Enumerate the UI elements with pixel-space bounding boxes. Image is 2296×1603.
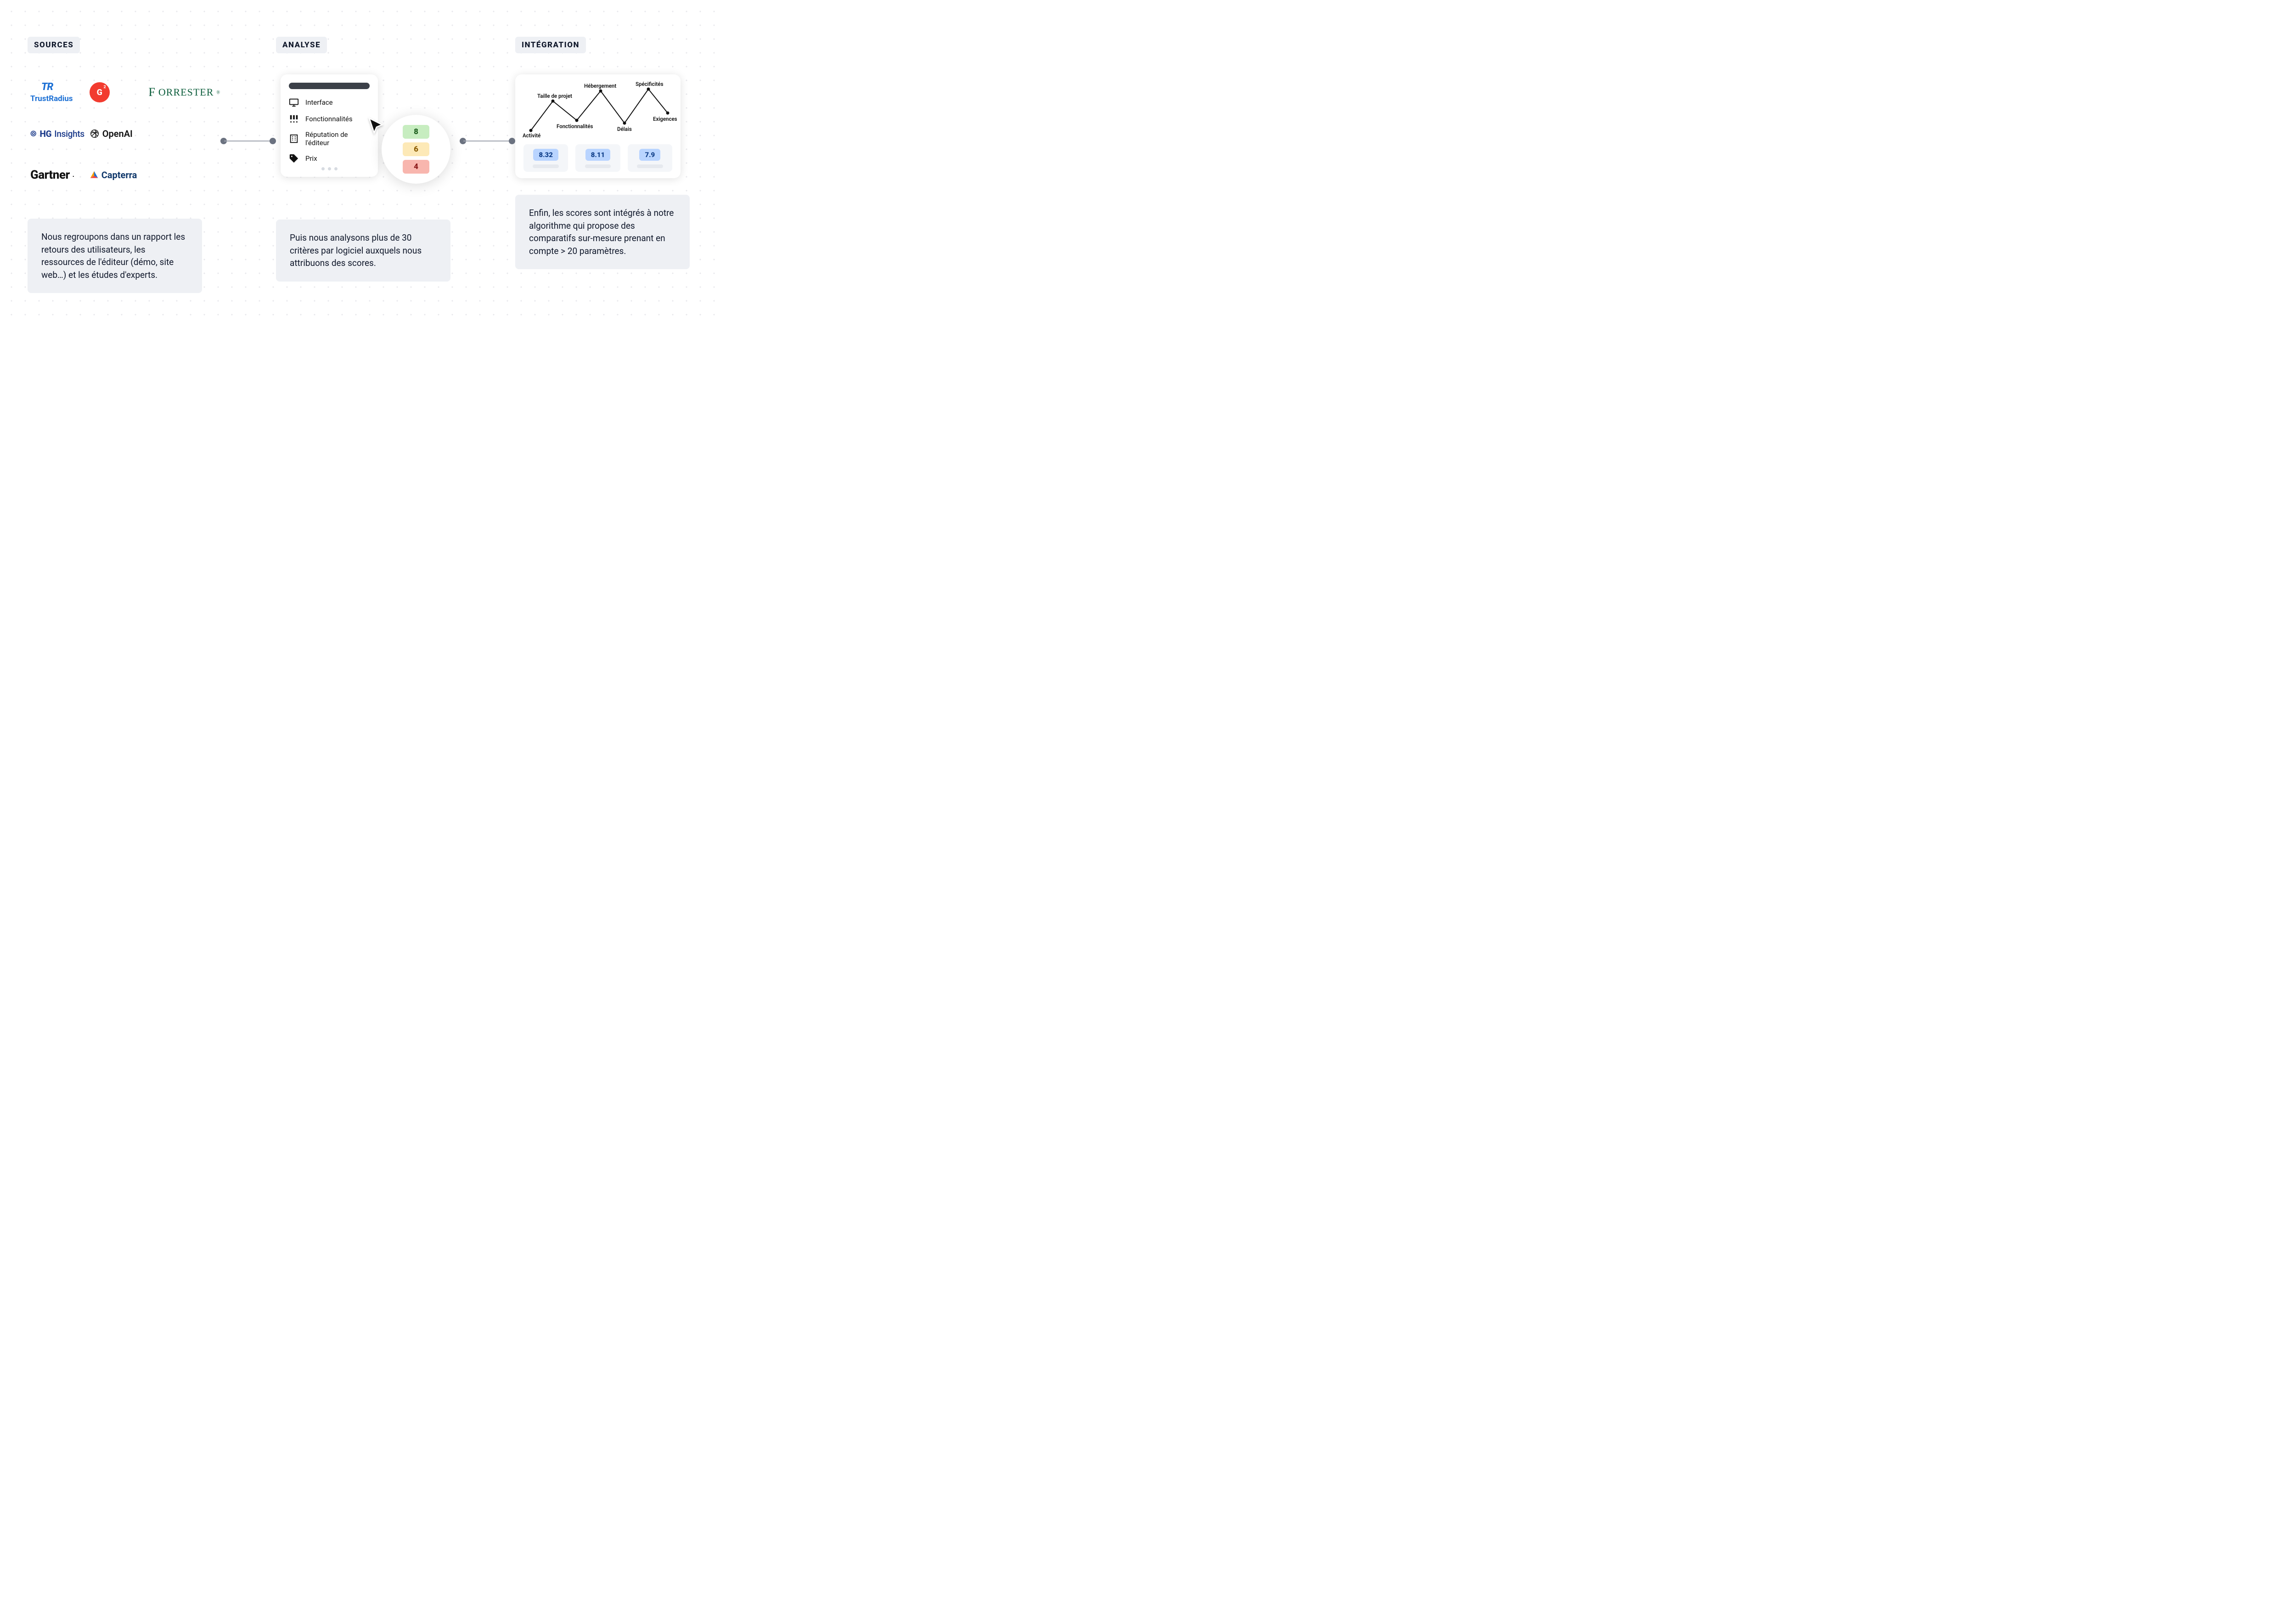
- criterion-features: Fonctionnalités: [289, 114, 370, 124]
- trustradius-mark: TR: [41, 82, 53, 92]
- capterra-icon: [90, 170, 99, 180]
- sources-logos-grid: TR TrustRadius G2 FORRESTER® ⦾HGInsights…: [28, 76, 220, 191]
- label-requirements: Exigences: [653, 116, 677, 122]
- openai-logo: OpenAI: [90, 128, 133, 139]
- label-specificities: Spécificités: [636, 81, 663, 87]
- analysis-description: Puis nous analysons plus de 30 critères …: [276, 220, 450, 282]
- diagram-stage: SOURCES TR TrustRadius G2 FORRESTER® ⦾HG…: [0, 0, 726, 311]
- label-deadlines: Délais: [617, 126, 632, 132]
- sliders-icon: [289, 114, 299, 124]
- monitor-icon: [289, 97, 299, 107]
- criterion-price: Prix: [289, 153, 370, 164]
- integration-description: Enfin, les scores sont intégrés à notre …: [515, 195, 690, 269]
- label-project-size: Taille de projet: [537, 93, 572, 99]
- pagination-dots: [289, 167, 370, 170]
- analysis-tag: ANALYSE: [276, 37, 327, 53]
- card-title-skeleton: [289, 83, 370, 89]
- parameters-line-chart: Activité Taille de projet Fonctionnalité…: [523, 83, 672, 138]
- criterion-interface: Interface: [289, 97, 370, 107]
- trustradius-label: TrustRadius: [30, 95, 73, 103]
- sources-description: Nous regroupons dans un rapport les reto…: [28, 219, 202, 293]
- connector-sources-analysis: [220, 138, 276, 139]
- wifi-icon: ⦾: [28, 129, 39, 139]
- sources-tag: SOURCES: [28, 37, 80, 53]
- building-icon: [289, 134, 299, 144]
- result-cards: 8.32 8.11 7.9: [523, 144, 672, 172]
- forrester-logo: FORRESTER®: [148, 85, 220, 99]
- result-card-c: 7.9: [628, 144, 672, 172]
- g2-logo: G2: [90, 82, 110, 102]
- label-features: Fonctionnalités: [557, 123, 593, 130]
- capterra-logo: Capterra: [90, 169, 137, 181]
- connector-analysis-integration: [460, 138, 515, 139]
- gartner-logo: Gartner.: [30, 168, 74, 182]
- label-hosting: Hébergement: [584, 83, 616, 89]
- hginsights-logo: ⦾HGInsights: [30, 129, 84, 139]
- integration-column: INTÉGRATION Activité Taille de projet Fo…: [515, 37, 699, 269]
- score-low: 4: [403, 160, 429, 174]
- result-score-c: 7.9: [639, 149, 660, 161]
- sources-column: SOURCES TR TrustRadius G2 FORRESTER® ⦾HG…: [28, 37, 220, 293]
- trustradius-logo: TR TrustRadius: [30, 82, 73, 103]
- score-mid: 6: [403, 142, 429, 156]
- score-lens: 8 6 4: [382, 115, 450, 184]
- tag-icon: [289, 153, 299, 164]
- result-score-a: 8.32: [533, 149, 558, 161]
- integration-card: Activité Taille de projet Fonctionnalité…: [515, 74, 681, 178]
- label-activity: Activité: [523, 132, 540, 139]
- criteria-card: Interface Fonctionnalités Réputation de …: [281, 74, 378, 177]
- cursor-icon: [367, 117, 386, 136]
- criterion-reputation: Réputation de l'éditeur: [289, 130, 370, 147]
- score-high: 8: [403, 125, 429, 139]
- result-score-b: 8.11: [585, 149, 610, 161]
- integration-tag: INTÉGRATION: [515, 37, 586, 53]
- analysis-illustration: Interface Fonctionnalités Réputation de …: [281, 74, 460, 203]
- result-card-a: 8.32: [523, 144, 568, 172]
- line-chart-svg: [523, 83, 672, 138]
- result-card-b: 8.11: [575, 144, 620, 172]
- openai-icon: [90, 129, 100, 139]
- analysis-column: ANALYSE Interface Fonctionnalités: [276, 37, 460, 282]
